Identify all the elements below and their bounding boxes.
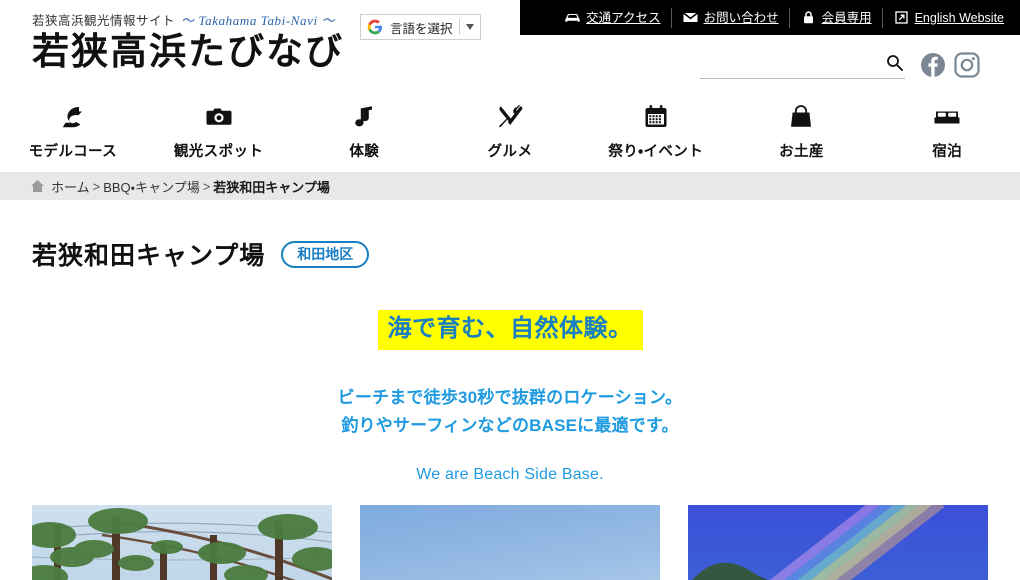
- breadcrumb-separator: >: [202, 178, 211, 194]
- music-note-icon: [349, 100, 379, 134]
- area-badge: 和田地区: [281, 240, 370, 268]
- home-icon: [30, 179, 45, 193]
- article-lede-line-1: ビーチまで徒歩30秒で抜群のロケーション。: [337, 388, 683, 408]
- article-headline: 海で育む、自然体験。: [0, 310, 1020, 351]
- camera-icon: [204, 100, 234, 134]
- breadcrumb-separator: >: [92, 178, 101, 194]
- topbar-item-english-website[interactable]: English Website: [883, 8, 1010, 28]
- main-navigation: モデルコース 観光スポット 体験 グルメ 祭り・イベント お土産 宿泊: [0, 95, 1020, 165]
- topbar-label: 会員専用: [821, 10, 872, 25]
- article-tagline: We are Beach Side Base.: [416, 466, 604, 484]
- topbar-label: お問い合わせ: [703, 10, 779, 25]
- lock-icon: [800, 11, 817, 25]
- chevron-down-icon[interactable]: [465, 24, 474, 30]
- instagram-icon: [954, 52, 980, 82]
- instagram-link[interactable]: [954, 52, 980, 78]
- nav-item-label: モデルコース: [28, 144, 118, 160]
- breadcrumb: ホーム > BBQ・キャンプ場 > 若狭和田キャンプ場: [0, 172, 1020, 200]
- topbar-item-access[interactable]: 交通アクセス: [554, 7, 672, 28]
- site-search[interactable]: [700, 50, 905, 79]
- topbar-label: English Website: [914, 10, 1004, 25]
- article-lede: ビーチまで徒歩30秒で抜群のロケーション。 釣りやサーフィンなどのBASEに最適…: [0, 384, 1020, 440]
- language-select-label: 言語を選択: [390, 21, 453, 36]
- photo-gallery: [32, 505, 988, 580]
- nav-item-sightseeing-spots[interactable]: 観光スポット: [146, 95, 292, 161]
- calendar-icon: [641, 100, 671, 134]
- language-select[interactable]: 言語を選択: [360, 14, 481, 40]
- nav-item-festival-event[interactable]: 祭り・イベント: [583, 95, 729, 161]
- nav-item-experience[interactable]: 体験: [291, 95, 437, 161]
- topbar-item-contact[interactable]: お問い合わせ: [672, 7, 790, 28]
- search-icon: [886, 54, 903, 74]
- page-title: 若狭和田キャンプ場: [32, 242, 266, 270]
- shopping-bag-icon: [786, 100, 816, 134]
- nav-item-model-course[interactable]: モデルコース: [0, 95, 146, 161]
- nav-item-label: 観光スポット: [173, 144, 264, 160]
- bed-icon: [932, 100, 962, 134]
- facebook-icon: [920, 53, 946, 82]
- cutlery-icon: [495, 100, 525, 134]
- language-select-divider: [458, 19, 460, 35]
- breadcrumb-parent[interactable]: BBQ・キャンプ場: [103, 177, 199, 196]
- article-lede-line-2: 釣りやサーフィンなどのBASEに最適です。: [341, 416, 679, 436]
- topbar-label: 交通アクセス: [586, 10, 661, 25]
- nav-item-label: 体験: [349, 144, 380, 160]
- photo-blue-sky-image: [360, 505, 660, 580]
- photo-blue-sky[interactable]: [360, 505, 660, 580]
- page-header: 若狭和田キャンプ場 和田地区: [32, 236, 370, 272]
- photo-rainbow-over-hills[interactable]: [688, 505, 988, 580]
- route-icon: [58, 100, 88, 134]
- search-input[interactable]: [700, 53, 883, 75]
- breadcrumb-home[interactable]: ホーム: [51, 177, 90, 196]
- nav-item-souvenir[interactable]: お土産: [729, 95, 875, 161]
- photo-pine-trees-sky[interactable]: [32, 505, 332, 580]
- article-headline-text: 海で育む、自然体験。: [377, 310, 643, 351]
- article-intro: 海で育む、自然体験。 ビーチまで徒歩30秒で抜群のロケーション。 釣りやサーフィ…: [0, 310, 1020, 484]
- external-link-icon: [893, 11, 910, 25]
- nav-item-accommodation[interactable]: 宿泊: [874, 95, 1020, 161]
- nav-item-label: お土産: [779, 144, 824, 160]
- site-subtitle-ja: 若狭高浜観光情報サイト: [32, 14, 176, 28]
- photo-pine-trees-sky-image: [32, 505, 332, 580]
- search-button[interactable]: [883, 53, 905, 75]
- topbar-item-members[interactable]: 会員専用: [790, 7, 883, 28]
- nav-item-label: グルメ: [487, 144, 533, 160]
- photo-rainbow-over-hills-image: [688, 505, 988, 580]
- breadcrumb-current: 若狭和田キャンプ場: [213, 179, 330, 195]
- nav-item-label: 祭り・イベント: [608, 144, 704, 160]
- google-icon: [367, 19, 383, 35]
- car-icon: [564, 11, 581, 25]
- social-links: [920, 52, 980, 78]
- nav-item-gourmet[interactable]: グルメ: [437, 95, 583, 161]
- mail-icon: [682, 11, 699, 25]
- nav-item-label: 宿泊: [932, 144, 963, 160]
- site-subtitle-romaji: 〜 Takahama Tabi-Navi 〜: [181, 13, 336, 28]
- facebook-link[interactable]: [920, 52, 946, 78]
- top-utility-bar: 交通アクセス お問い合わせ 会員専用 English Website: [520, 0, 1020, 35]
